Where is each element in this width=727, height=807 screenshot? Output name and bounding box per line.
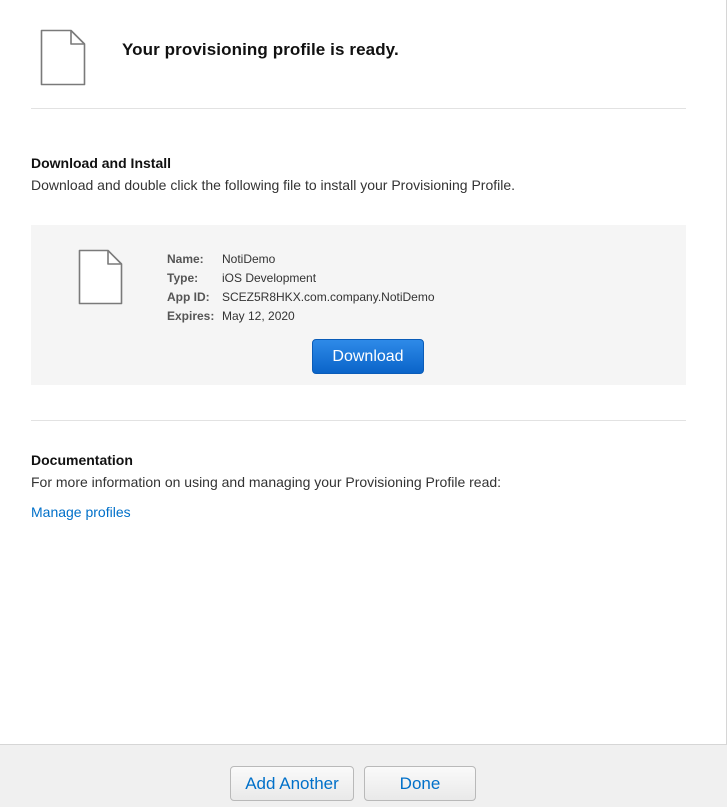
profile-details: Name: NotiDemo Type: iOS Development App… [167, 250, 435, 326]
page-title: Your provisioning profile is ready. [122, 40, 399, 59]
documentation-heading: Documentation [31, 452, 133, 468]
manage-profiles-link[interactable]: Manage profiles [31, 504, 131, 520]
detail-label: Expires: [167, 309, 215, 323]
section-divider [31, 420, 686, 421]
detail-row-name: Name: NotiDemo [167, 250, 435, 269]
footer-bar: Add Another Done [0, 744, 727, 807]
document-icon [78, 249, 123, 305]
detail-row-app-id: App ID: SCEZ5R8HKX.com.company.NotiDemo [167, 288, 435, 307]
detail-label: App ID: [167, 290, 210, 304]
profile-file-panel: Name: NotiDemo Type: iOS Development App… [31, 225, 686, 385]
documentation-text: For more information on using and managi… [31, 474, 502, 490]
download-button[interactable]: Download [312, 339, 424, 374]
profile-name-value: NotiDemo [222, 252, 276, 266]
add-another-button[interactable]: Add Another [230, 766, 354, 801]
detail-row-expires: Expires: May 12, 2020 [167, 307, 435, 326]
detail-label: Name: [167, 252, 204, 266]
section-divider [31, 108, 686, 109]
provisioning-profile-ready-page: Your provisioning profile is ready. Down… [0, 0, 727, 807]
profile-app-id-value: SCEZ5R8HKX.com.company.NotiDemo [222, 290, 435, 304]
detail-row-type: Type: iOS Development [167, 269, 435, 288]
detail-label: Type: [167, 271, 199, 285]
document-icon [40, 29, 86, 86]
profile-expires-value: May 12, 2020 [222, 309, 295, 323]
download-install-heading: Download and Install [31, 155, 172, 171]
done-button[interactable]: Done [364, 766, 476, 801]
profile-type-value: iOS Development [222, 271, 317, 285]
download-install-instructions: Download and double click the following … [31, 177, 516, 193]
